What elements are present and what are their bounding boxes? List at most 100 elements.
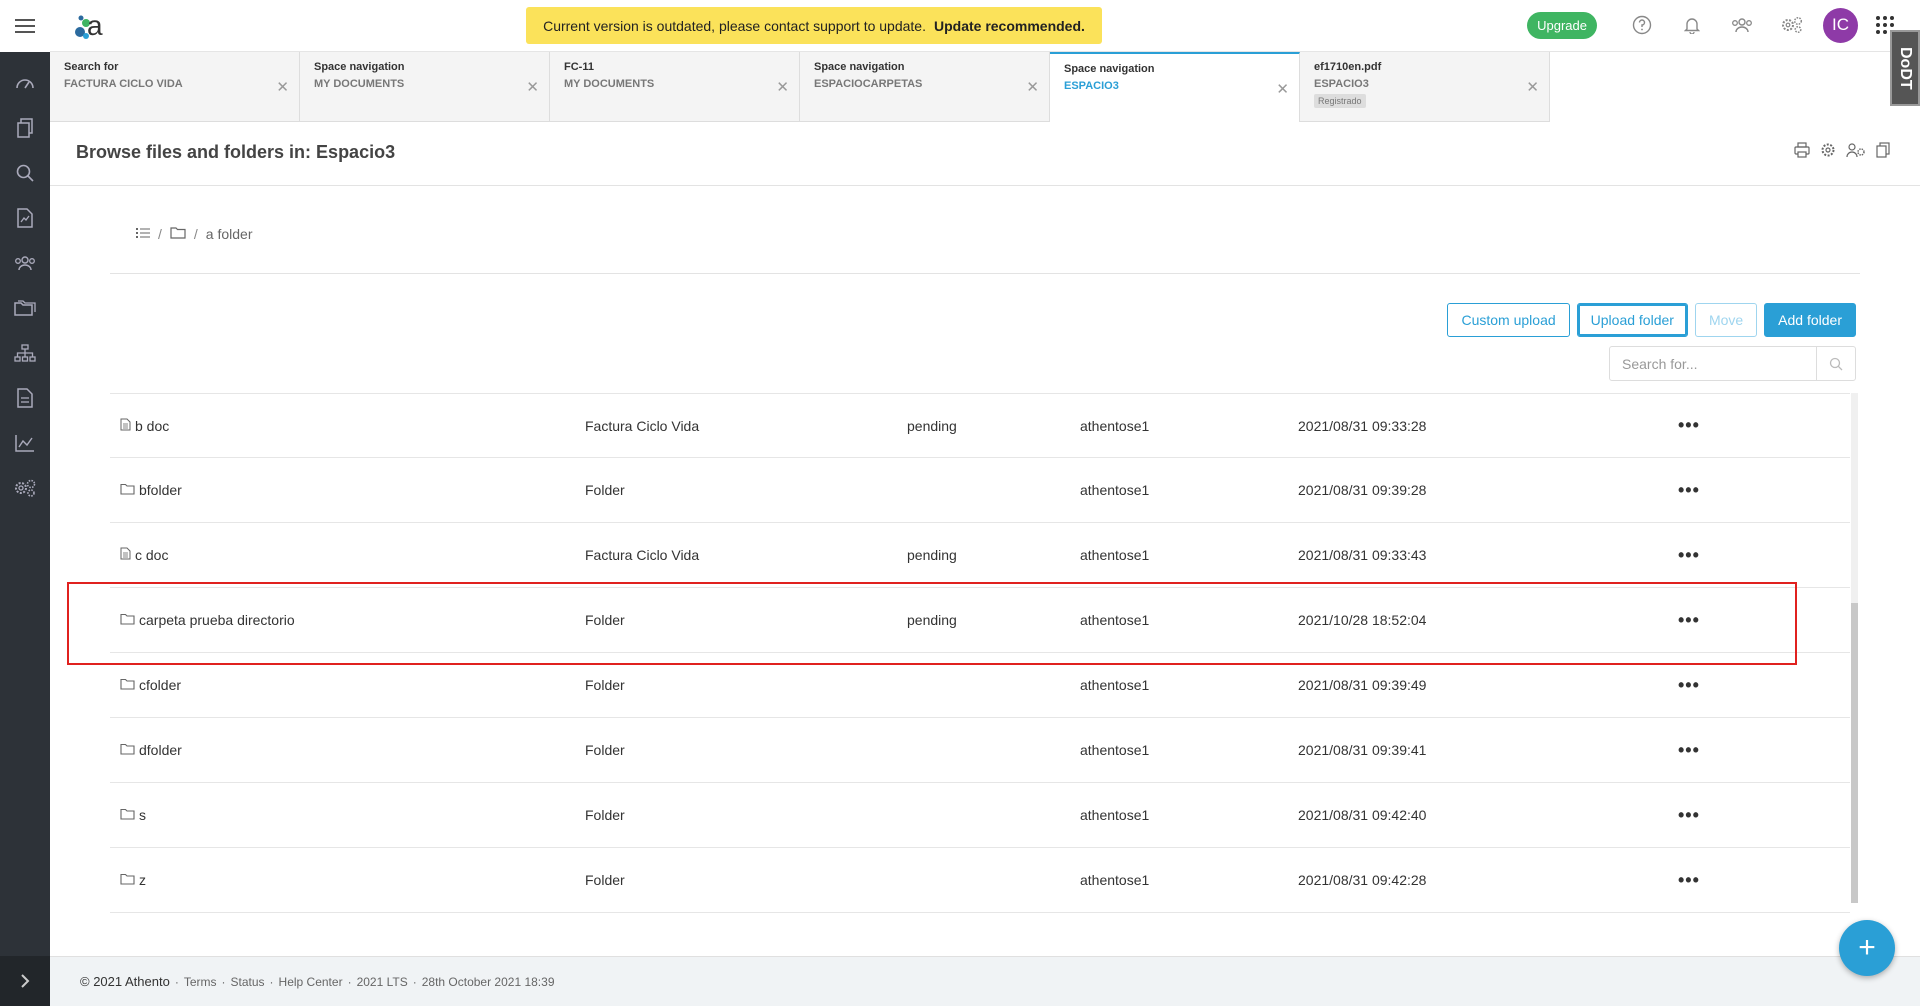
file-name[interactable]: z [139, 872, 146, 888]
file-name-cell[interactable]: cfolder [110, 677, 585, 693]
table-row[interactable]: b doc Factura Ciclo Vida pending athentose1… [110, 393, 1850, 458]
close-icon[interactable]: ✕ [276, 78, 289, 96]
file-name-cell[interactable]: z [110, 872, 585, 888]
tab-title: Space navigation [1064, 63, 1155, 75]
file-chart-icon[interactable] [0, 195, 50, 240]
dashboard-icon[interactable] [0, 60, 50, 105]
team-icon[interactable] [1717, 8, 1767, 42]
folders-icon[interactable] [0, 285, 50, 330]
add-folder-button[interactable]: Add folder [1764, 303, 1856, 337]
settings-icon[interactable] [0, 465, 50, 510]
file-name-cell[interactable]: c doc [110, 547, 585, 563]
table-row[interactable]: s Folder athentose1 2021/08/31 09:42:40 ••• [110, 783, 1850, 848]
file-type: Folder [585, 612, 625, 628]
admin-settings-icon[interactable] [1767, 8, 1817, 42]
tab-subtitle: FACTURA CICLO VIDA [64, 78, 183, 90]
file-name-cell[interactable]: carpeta prueba directorio [110, 612, 585, 628]
hamburger-menu-icon[interactable] [0, 0, 50, 52]
file-name[interactable]: s [139, 807, 146, 823]
footer-link-terms[interactable]: Terms [184, 975, 217, 989]
table-row[interactable]: z Folder athentose1 2021/08/31 09:42:28 ••• [110, 848, 1850, 913]
documents-icon[interactable] [0, 105, 50, 150]
more-options-icon[interactable]: ••• [1678, 480, 1718, 501]
custom-upload-button[interactable]: Custom upload [1447, 303, 1570, 337]
more-options-icon[interactable]: ••• [1678, 415, 1718, 436]
breadcrumb-current[interactable]: a folder [206, 226, 253, 242]
tab-ef1710en-pdf[interactable]: ef1710en.pdf ESPACIO3 Registrado ✕ [1300, 52, 1550, 122]
tab-space-my-documents[interactable]: Space navigation MY DOCUMENTS ✕ [300, 52, 550, 122]
copy-icon[interactable] [1876, 142, 1890, 163]
file-name[interactable]: b doc [135, 418, 169, 434]
file-owner: athentose1 [1080, 872, 1150, 888]
file-date: 2021/08/31 09:33:28 [1298, 417, 1427, 434]
table-row[interactable]: dfolder Folder athentose1 2021/08/31 09:39:… [110, 718, 1850, 783]
sitemap-icon[interactable] [0, 330, 50, 375]
copyright: © 2021 Athento [80, 974, 170, 989]
help-icon[interactable] [1617, 8, 1667, 42]
tab-fc-11[interactable]: FC-11 MY DOCUMENTS ✕ [550, 52, 800, 122]
file-name-cell[interactable]: b doc [110, 418, 585, 434]
table-row[interactable]: carpeta prueba directorio Folder pending at… [110, 588, 1850, 653]
scrollbar[interactable] [1851, 393, 1858, 903]
file-name-cell[interactable]: bfolder [110, 482, 585, 498]
print-icon[interactable] [1794, 142, 1810, 163]
close-icon[interactable]: ✕ [1276, 80, 1289, 98]
table-row[interactable]: c doc Factura Ciclo Vida pending athentose1… [110, 523, 1850, 588]
more-options-icon[interactable]: ••• [1678, 805, 1718, 826]
search-icon[interactable] [0, 150, 50, 195]
svg-text:a: a [87, 10, 103, 41]
add-fab-button[interactable]: + [1839, 920, 1895, 976]
table-row[interactable]: cfolder Folder athentose1 2021/08/31 09:39:… [110, 653, 1850, 718]
users-icon[interactable] [0, 240, 50, 285]
list-icon[interactable] [136, 226, 150, 242]
upload-folder-button[interactable]: Upload folder [1576, 303, 1688, 337]
files-table: b doc Factura Ciclo Vida pending athentose1… [110, 393, 1850, 913]
file-status: pending [907, 547, 957, 563]
more-options-icon[interactable]: ••• [1678, 610, 1718, 631]
file-date: 2021/08/31 09:39:49 [1298, 677, 1427, 693]
move-button[interactable]: Move [1694, 303, 1758, 337]
tab-space-espaciocarpetas[interactable]: Space navigation ESPACIOCARPETAS ✕ [800, 52, 1050, 122]
more-options-icon[interactable]: ••• [1678, 545, 1718, 566]
footer-link-status[interactable]: Status [231, 975, 265, 989]
sidebar [0, 0, 50, 1006]
more-options-icon[interactable]: ••• [1678, 740, 1718, 761]
footer-separator: · [174, 974, 179, 989]
ddt-badge[interactable]: DoDT [1890, 30, 1920, 106]
outdated-version-banner: Current version is outdated, please cont… [526, 7, 1102, 44]
file-name-cell[interactable]: dfolder [110, 742, 585, 758]
more-options-icon[interactable]: ••• [1678, 870, 1718, 891]
tab-space-espacio3[interactable]: Space navigation ESPACIO3 ✕ [1050, 52, 1300, 122]
expand-sidebar-icon[interactable] [0, 956, 50, 1006]
bell-icon[interactable] [1667, 8, 1717, 42]
report-icon[interactable] [0, 375, 50, 420]
close-icon[interactable]: ✕ [776, 78, 789, 96]
footer-link-help-center[interactable]: Help Center [279, 975, 343, 989]
more-options-icon[interactable]: ••• [1678, 675, 1718, 696]
search-input[interactable]: Search for... [1610, 347, 1816, 380]
user-avatar[interactable]: IC [1823, 7, 1858, 43]
gear-icon[interactable] [1820, 142, 1836, 163]
upgrade-button[interactable]: Upgrade [1527, 11, 1597, 39]
athento-logo[interactable]: a [74, 6, 110, 47]
folder-actions: Custom upload Upload folder Move Add fol… [1447, 303, 1856, 337]
close-icon[interactable]: ✕ [526, 78, 539, 96]
scrollbar-thumb[interactable] [1851, 603, 1858, 903]
file-date: 2021/10/28 18:52:04 [1298, 612, 1427, 628]
file-name-cell[interactable]: s [110, 807, 585, 823]
file-name[interactable]: dfolder [139, 742, 182, 758]
close-icon[interactable]: ✕ [1526, 78, 1539, 96]
search-icon[interactable] [1816, 347, 1855, 380]
close-icon[interactable]: ✕ [1026, 78, 1039, 96]
folder-icon[interactable] [170, 226, 186, 242]
footer-version: 2021 LTS [356, 974, 408, 989]
user-permissions-icon[interactable] [1846, 142, 1866, 163]
file-name[interactable]: c doc [135, 547, 168, 563]
table-row[interactable]: bfolder Folder athentose1 2021/08/31 09:39:… [110, 458, 1850, 523]
file-name[interactable]: cfolder [139, 677, 181, 693]
footer-separator: · [221, 974, 226, 989]
file-name[interactable]: carpeta prueba directorio [139, 612, 295, 628]
file-name[interactable]: bfolder [139, 482, 182, 498]
tab-search-factura[interactable]: Search for FACTURA CICLO VIDA ✕ [50, 52, 300, 122]
analytics-icon[interactable] [0, 420, 50, 465]
